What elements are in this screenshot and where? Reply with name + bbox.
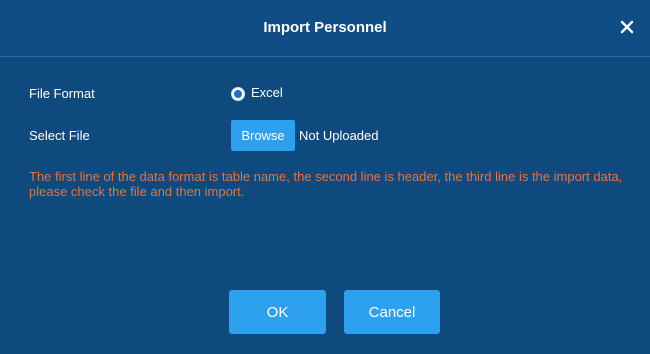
excel-radio-label[interactable]: Excel bbox=[251, 85, 283, 100]
close-icon[interactable] bbox=[620, 20, 634, 34]
dialog-titlebar: Import Personnel bbox=[0, 0, 650, 57]
import-notice: The first line of the data format is tab… bbox=[29, 169, 623, 199]
select-file-label: Select File bbox=[29, 128, 90, 143]
radio-selected-dot bbox=[234, 90, 242, 98]
upload-status: Not Uploaded bbox=[299, 128, 379, 143]
cancel-button[interactable]: Cancel bbox=[344, 290, 440, 334]
ok-button[interactable]: OK bbox=[229, 290, 326, 334]
excel-radio[interactable] bbox=[231, 87, 245, 101]
browse-button[interactable]: Browse bbox=[231, 120, 295, 151]
dialog-title: Import Personnel bbox=[263, 19, 387, 36]
file-format-label: File Format bbox=[29, 86, 95, 101]
import-personnel-dialog: Import Personnel File Format Excel Selec… bbox=[0, 0, 650, 354]
